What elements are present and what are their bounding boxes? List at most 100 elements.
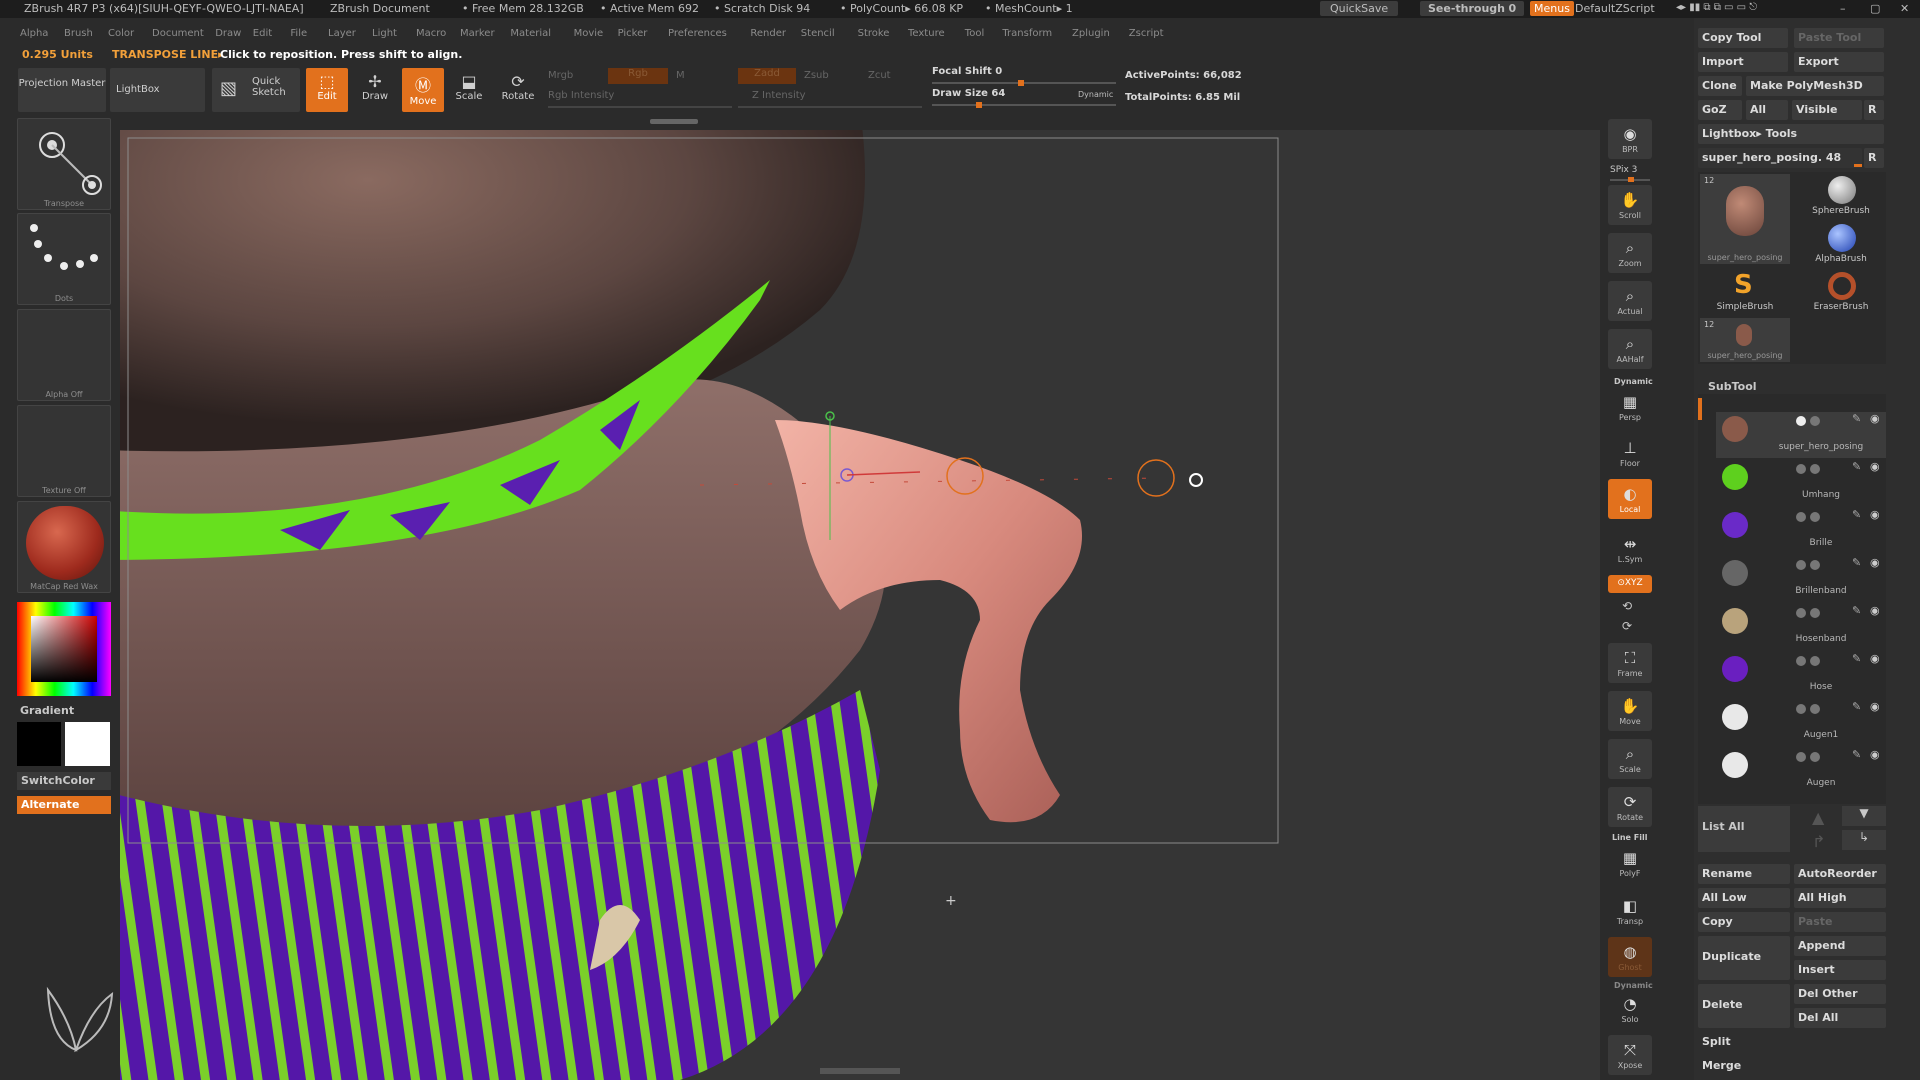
tool-thumb-alpha-brush[interactable]: AlphaBrush — [1796, 222, 1886, 266]
xpose-button[interactable]: ⤧ Xpose — [1608, 1035, 1652, 1075]
paste-tool-button[interactable]: Paste Tool — [1794, 28, 1884, 48]
toolbar-scroll-handle[interactable] — [650, 119, 698, 124]
subtool-brush-icon[interactable]: ✎ — [1852, 412, 1861, 425]
menu-brush[interactable]: Brush — [64, 28, 93, 39]
rotate-y-icon[interactable]: ⟲ — [1622, 599, 1632, 613]
draw-size-handle[interactable] — [976, 102, 982, 108]
duplicate-button[interactable]: Duplicate — [1698, 936, 1790, 980]
menu-tool[interactable]: Tool — [965, 28, 984, 39]
polypaint-toggle-icon[interactable] — [1796, 704, 1806, 714]
make-polymesh-button[interactable]: Make PolyMesh3D — [1746, 76, 1884, 96]
polypaint-toggle-icon[interactable] — [1796, 512, 1806, 522]
floor-button[interactable]: ⊥ Floor — [1608, 433, 1652, 473]
subtool-brush-icon[interactable]: ✎ — [1852, 604, 1861, 617]
goz-visible-button[interactable]: Visible — [1792, 100, 1862, 120]
copy-tool-button[interactable]: Copy Tool — [1698, 28, 1788, 48]
mask-toggle-icon[interactable] — [1810, 704, 1820, 714]
copy-subtool-button[interactable]: Copy — [1698, 912, 1790, 932]
m-button[interactable]: M — [676, 70, 685, 81]
subtool-brush-icon[interactable]: ✎ — [1852, 748, 1861, 761]
current-tool-slider[interactable]: super_hero_posing. 48 — [1698, 148, 1862, 168]
menu-preferences[interactable]: Preferences — [668, 28, 727, 39]
lightbox-tools-button[interactable]: Lightbox▸ Tools — [1698, 124, 1884, 144]
material-slot[interactable]: MatCap Red Wax — [17, 501, 111, 593]
goz-r-button[interactable]: R — [1864, 100, 1884, 120]
append-button[interactable]: Append — [1794, 936, 1886, 956]
zsub-button[interactable]: Zsub — [804, 70, 829, 81]
stroke-slot[interactable]: Dots — [17, 213, 111, 305]
draw-button[interactable]: ✢ Draw — [354, 68, 396, 112]
subtool-brush-icon[interactable]: ✎ — [1852, 460, 1861, 473]
reorder-down-icon[interactable]: ↳ — [1842, 830, 1886, 850]
menu-zplugin[interactable]: Zplugin — [1072, 28, 1110, 39]
menu-layer[interactable]: Layer — [328, 28, 356, 39]
subtool-row[interactable]: ✎ ◉ Augen1 — [1716, 700, 1886, 746]
xyz-button[interactable]: ⊙XYZ — [1608, 575, 1652, 593]
subtool-row[interactable]: ✎ ◉ Umhang — [1716, 460, 1886, 506]
maximize-icon[interactable]: ▢ — [1870, 2, 1880, 15]
aahalf-button[interactable]: ⌕ AAHalf — [1608, 329, 1652, 369]
see-through-slider[interactable]: See-through 0 — [1420, 1, 1524, 16]
quick-sketch-button[interactable]: ▧ Quick Sketch — [212, 68, 300, 112]
solo-button[interactable]: ◔ Solo — [1608, 989, 1652, 1029]
move-view-button[interactable]: ✋ Move — [1608, 691, 1652, 731]
menu-macro[interactable]: Macro — [416, 28, 446, 39]
polypaint-toggle-icon[interactable] — [1796, 464, 1806, 474]
scale-view-button[interactable]: ⌕ Scale — [1608, 739, 1652, 779]
subtool-brush-icon[interactable]: ✎ — [1852, 508, 1861, 521]
menu-light[interactable]: Light — [372, 28, 397, 39]
del-other-button[interactable]: Del Other — [1794, 984, 1886, 1004]
transp-button[interactable]: ◧ Transp — [1608, 891, 1652, 931]
spix-handle[interactable] — [1628, 177, 1634, 182]
switch-color-button[interactable]: SwitchColor — [17, 772, 111, 790]
frame-button[interactable]: ⛶ Frame — [1608, 643, 1652, 683]
mask-toggle-icon[interactable] — [1810, 560, 1820, 570]
alternate-button[interactable]: Alternate — [17, 796, 111, 814]
reorder-up-icon[interactable]: ↱ — [1812, 832, 1825, 851]
menu-transform[interactable]: Transform — [1002, 28, 1052, 39]
menu-file[interactable]: File — [290, 28, 307, 39]
sculpt-viewport[interactable]: + — [120, 130, 1600, 1080]
subtool-header[interactable]: SubTool — [1708, 380, 1757, 393]
polypaint-toggle-icon[interactable] — [1796, 416, 1806, 426]
mask-toggle-icon[interactable] — [1810, 752, 1820, 762]
menu-stencil[interactable]: Stencil — [801, 28, 835, 39]
ghost-button[interactable]: ◍ Ghost — [1608, 937, 1652, 977]
layout-arrows-icon[interactable]: ◂▸ ▮▮ ⧉ ⧉ ▭ ▭ ⎋ — [1676, 2, 1757, 13]
rename-button[interactable]: Rename — [1698, 864, 1790, 884]
transpose-slot[interactable]: Transpose — [17, 118, 111, 210]
polypaint-toggle-icon[interactable] — [1796, 560, 1806, 570]
texture-slot[interactable]: Texture Off — [17, 405, 111, 497]
insert-button[interactable]: Insert — [1794, 960, 1886, 980]
edit-button[interactable]: ⬚ Edit — [306, 68, 348, 112]
mask-toggle-icon[interactable] — [1810, 656, 1820, 666]
list-all-button[interactable]: List All — [1698, 806, 1790, 852]
tool-thumb-simple-brush[interactable]: S SimpleBrush — [1700, 270, 1790, 314]
actual-button[interactable]: ⌕ Actual — [1608, 281, 1652, 321]
subtool-brush-icon[interactable]: ✎ — [1852, 700, 1861, 713]
subtool-row[interactable]: ✎ ◉ super_hero_posing — [1716, 412, 1886, 458]
subtool-row[interactable]: ✎ ◉ Augen — [1716, 748, 1886, 794]
canvas-scroll-handle[interactable] — [820, 1068, 900, 1074]
draw-size-slider[interactable]: Draw Size 64 — [932, 88, 1005, 99]
persp-button[interactable]: ▦ Persp — [1608, 387, 1652, 427]
menu-stroke[interactable]: Stroke — [858, 28, 890, 39]
menu-draw[interactable]: Draw — [215, 28, 241, 39]
subtool-row[interactable]: ✎ ◉ Hose — [1716, 652, 1886, 698]
focal-shift-slider[interactable]: Focal Shift 0 — [932, 66, 1002, 77]
move-down-icon[interactable]: ▼ — [1842, 806, 1886, 826]
subtool-eye-icon[interactable]: ◉ — [1870, 700, 1880, 713]
zadd-button[interactable]: Zadd — [738, 68, 796, 84]
scale-button[interactable]: ⬓ Scale — [448, 68, 490, 112]
rgb-intensity-slider[interactable]: Rgb Intensity — [548, 90, 614, 101]
document-canvas[interactable]: + — [120, 130, 1600, 1080]
menu-marker[interactable]: Marker — [460, 28, 495, 39]
gradient-label[interactable]: Gradient — [20, 704, 74, 717]
menu-picker[interactable]: Picker — [618, 28, 648, 39]
menu-render[interactable]: Render — [750, 28, 786, 39]
menu-edit[interactable]: Edit — [253, 28, 272, 39]
mask-toggle-icon[interactable] — [1810, 416, 1820, 426]
subtool-eye-icon[interactable]: ◉ — [1870, 604, 1880, 617]
color-picker[interactable] — [17, 602, 111, 696]
import-button[interactable]: Import — [1698, 52, 1788, 72]
